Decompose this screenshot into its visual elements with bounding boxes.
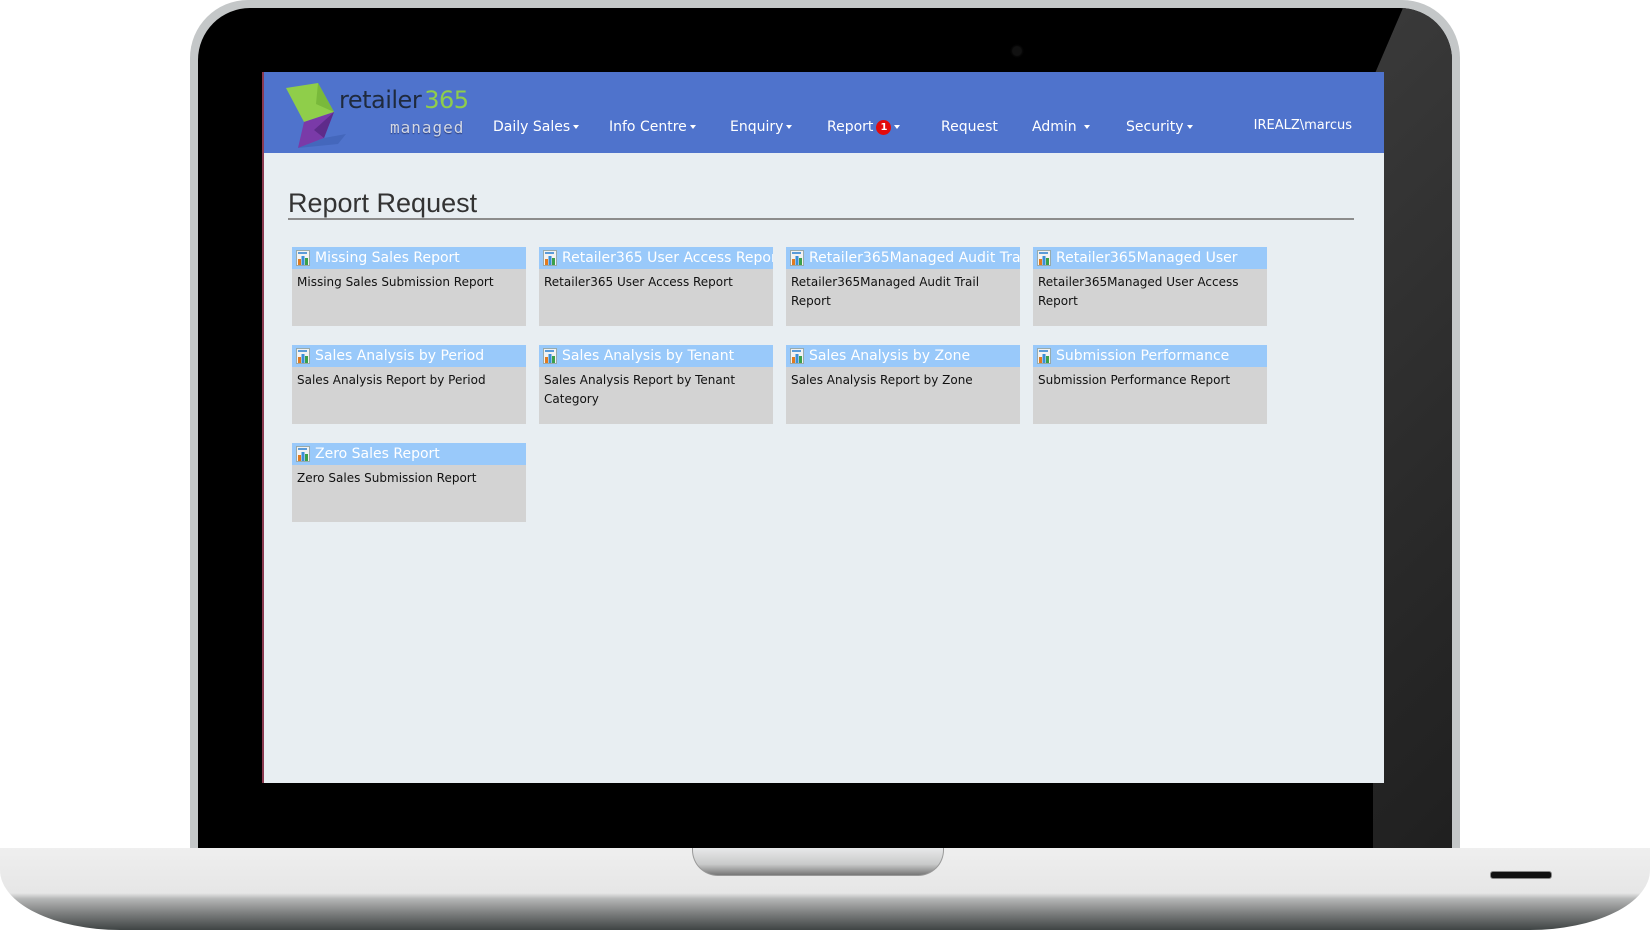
report-card-title: Missing Sales Report: [315, 250, 460, 266]
report-card[interactable]: Sales Analysis by Zone Sales Analysis Re…: [786, 345, 1020, 424]
report-card-title: Sales Analysis by Tenant: [562, 348, 735, 364]
report-card-title: Retailer365Managed User: [1056, 250, 1238, 266]
report-card[interactable]: Sales Analysis by Period Sales Analysis …: [292, 345, 526, 424]
chevron-down-icon: [573, 125, 580, 129]
report-card-description: Zero Sales Submission Report: [297, 471, 477, 485]
report-card-header[interactable]: Retailer365 User Access Report: [539, 247, 773, 269]
report-card[interactable]: Retailer365 User Access Report Retailer3…: [539, 247, 773, 326]
nav-info-centre[interactable]: Info Centre: [609, 119, 696, 135]
nav-admin[interactable]: Admin: [1032, 119, 1091, 135]
nav-info-centre-label: Info Centre: [609, 119, 687, 135]
report-card-header[interactable]: Retailer365Managed Audit Trail: [786, 247, 1020, 269]
report-card-title: Sales Analysis by Zone: [809, 348, 971, 364]
bar-chart-report-icon: [296, 446, 310, 462]
brand-number: 365: [424, 86, 469, 114]
bar-chart-report-icon: [1037, 250, 1051, 266]
chevron-down-icon: [1084, 125, 1091, 129]
nav-report[interactable]: Report 1: [827, 119, 901, 135]
report-card-header[interactable]: Zero Sales Report: [292, 443, 526, 465]
report-card-header[interactable]: Submission Performance: [1033, 345, 1267, 367]
report-card-title: Retailer365 User Access Report: [562, 250, 773, 266]
bar-chart-report-icon: [296, 348, 310, 364]
report-card-title: Submission Performance: [1056, 348, 1230, 364]
nav-report-label: Report: [827, 119, 874, 135]
bar-chart-report-icon: [296, 250, 310, 266]
notification-badge: 1: [876, 119, 892, 135]
report-card-title: Zero Sales Report: [315, 446, 440, 462]
chevron-down-icon: [1186, 125, 1193, 129]
bar-chart-report-icon: [1037, 348, 1051, 364]
report-card-description: Sales Analysis Report by Tenant Category: [544, 373, 736, 406]
report-card[interactable]: Retailer365Managed Audit Trail Retailer3…: [786, 247, 1020, 326]
bar-chart-report-icon: [543, 348, 557, 364]
report-card-description: Retailer365Managed Audit Trail Report: [791, 275, 980, 308]
camera-icon: [1013, 47, 1021, 55]
nav-request-label: Request: [941, 119, 998, 135]
screen-glare: [1373, 8, 1452, 850]
nav-daily-sales[interactable]: Daily Sales: [493, 119, 580, 135]
report-card-description: Retailer365Managed User Access Report: [1038, 275, 1239, 308]
report-card[interactable]: Zero Sales Report Zero Sales Submission …: [292, 443, 526, 522]
report-card-description: Missing Sales Submission Report: [297, 275, 494, 289]
brand-name: retailer 365: [339, 86, 469, 114]
report-card-header[interactable]: Sales Analysis by Period: [292, 345, 526, 367]
report-card-description: Retailer365 User Access Report: [544, 275, 733, 289]
report-card-description: Sales Analysis Report by Period: [297, 373, 486, 387]
nav-enquiry[interactable]: Enquiry: [730, 119, 793, 135]
report-card-description: Submission Performance Report: [1038, 373, 1231, 387]
report-card-description: Sales Analysis Report by Zone: [791, 373, 973, 387]
laptop-notch: [692, 848, 944, 876]
report-card-title: Sales Analysis by Period: [315, 348, 485, 364]
chevron-down-icon: [894, 125, 901, 129]
chevron-down-icon: [786, 125, 793, 129]
nav-security-label: Security: [1126, 119, 1184, 135]
nav-security[interactable]: Security: [1126, 119, 1193, 135]
bar-chart-report-icon: [543, 250, 557, 266]
bar-chart-report-icon: [790, 250, 804, 266]
report-card-header[interactable]: Retailer365Managed User: [1033, 247, 1267, 269]
report-card[interactable]: Missing Sales Report Missing Sales Submi…: [292, 247, 526, 326]
brand-word: retailer: [339, 86, 422, 114]
report-card[interactable]: Submission Performance Submission Perfor…: [1033, 345, 1267, 424]
report-card[interactable]: Sales Analysis by Tenant Sales Analysis …: [539, 345, 773, 424]
laptop-slot: [1490, 871, 1552, 879]
nav-daily-sales-label: Daily Sales: [493, 119, 571, 135]
nav-admin-label: Admin: [1032, 119, 1077, 135]
app-screen: retailer 365 managed Daily Sales Info Cen…: [262, 72, 1384, 783]
title-divider: [288, 218, 1354, 220]
navbar: retailer 365 managed Daily Sales Info Cen…: [264, 72, 1384, 153]
user-account[interactable]: IREALZ\marcus: [1254, 118, 1352, 133]
report-card[interactable]: Retailer365Managed User Retailer365Manag…: [1033, 247, 1267, 326]
nav-request[interactable]: Request: [941, 119, 998, 135]
nav-enquiry-label: Enquiry: [730, 119, 784, 135]
report-card-header[interactable]: Missing Sales Report: [292, 247, 526, 269]
bar-chart-report-icon: [790, 348, 804, 364]
page-title: Report Request: [288, 188, 478, 219]
report-card-title: Retailer365Managed Audit Trail: [809, 250, 1020, 266]
brand-subtitle: managed: [390, 118, 465, 137]
report-card-header[interactable]: Sales Analysis by Zone: [786, 345, 1020, 367]
chevron-down-icon: [689, 125, 696, 129]
report-card-header[interactable]: Sales Analysis by Tenant: [539, 345, 773, 367]
